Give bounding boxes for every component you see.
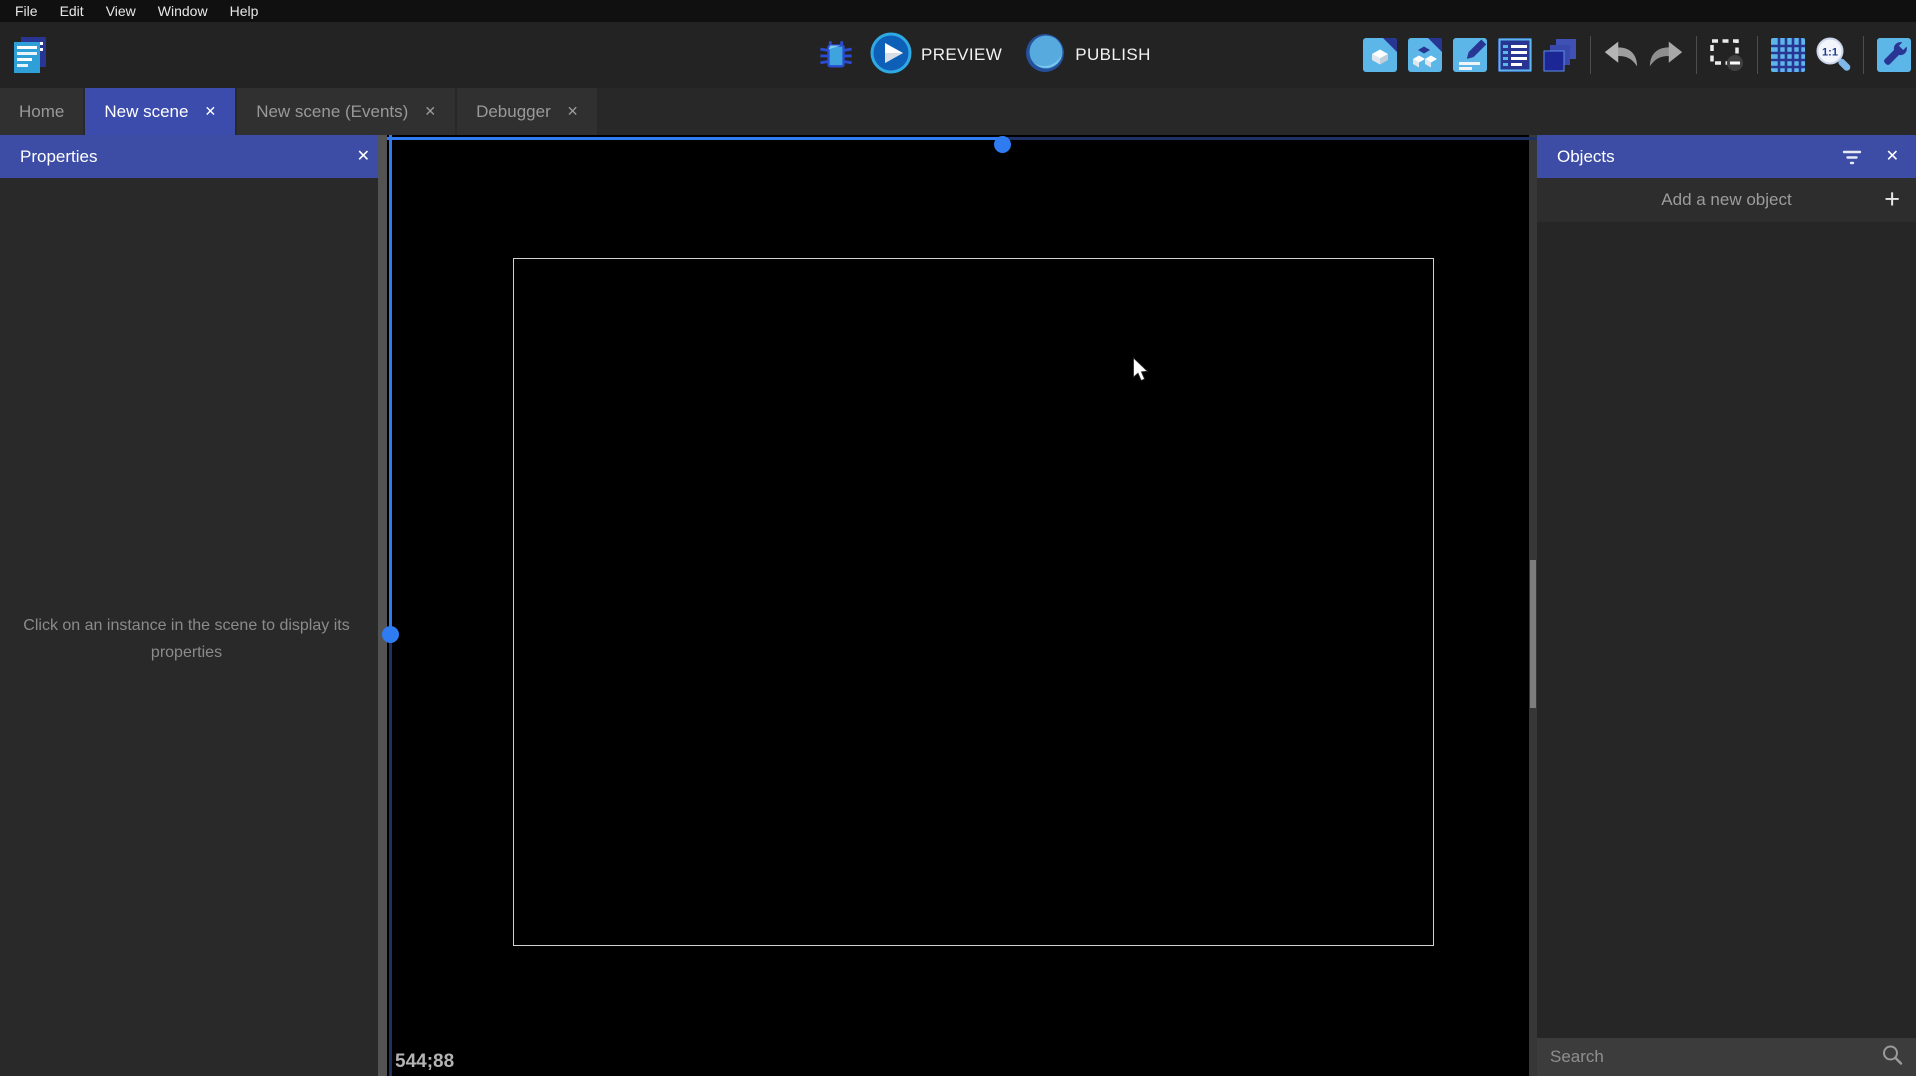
tab-home[interactable]: Home	[0, 88, 83, 135]
close-icon[interactable]: ✕	[357, 149, 370, 165]
menu-edit[interactable]: Edit	[49, 1, 95, 21]
redo-icon[interactable]	[1648, 37, 1684, 73]
objects-panel-header: Objects ✕	[1537, 135, 1916, 178]
menu-help[interactable]: Help	[219, 1, 270, 21]
add-new-object-button[interactable]: Add a new object +	[1537, 178, 1916, 222]
filter-icon[interactable]	[1842, 148, 1862, 166]
deselect-all-icon[interactable]	[1709, 37, 1745, 73]
objects-search-bar	[1537, 1038, 1916, 1076]
properties-panel-header: Properties ✕	[0, 135, 387, 178]
objects-panel: Objects ✕ Add a new object +	[1537, 135, 1916, 1076]
plus-icon[interactable]: +	[1884, 186, 1900, 213]
search-icon[interactable]	[1881, 1044, 1903, 1071]
tab-label: Debugger	[476, 102, 551, 122]
menu-file[interactable]: File	[4, 1, 49, 21]
toolbar-separator	[1590, 36, 1591, 74]
add-new-object-label: Add a new object	[1537, 190, 1916, 210]
project-manager-icon[interactable]	[8, 33, 52, 77]
zoom-one-to-one-icon[interactable]: 1:1	[1815, 37, 1851, 73]
undo-icon[interactable]	[1603, 37, 1639, 73]
toolbar-separator	[1696, 36, 1697, 74]
close-icon[interactable]: ✕	[204, 103, 216, 120]
settings-wrench-icon[interactable]	[1876, 37, 1912, 73]
mouse-cursor-icon	[1132, 357, 1150, 389]
close-icon[interactable]: ✕	[1886, 149, 1899, 165]
cursor-coordinates: 544;88	[395, 1051, 454, 1073]
toolbar-right-group: 1:1	[1362, 22, 1912, 88]
game-window-frame	[513, 258, 1434, 946]
main-area: Properties ✕ Click on an instance in the…	[0, 135, 1916, 1076]
toolbar-separator	[1863, 36, 1864, 74]
preview-label: PREVIEW	[921, 45, 1002, 65]
panel-title: Properties	[20, 147, 357, 167]
horizontal-scrollbar[interactable]	[1002, 137, 1537, 140]
open-layers-panel-icon[interactable]	[1542, 37, 1578, 73]
vertical-scrollbar[interactable]	[389, 634, 392, 1076]
publish-label: PUBLISH	[1075, 45, 1151, 65]
menu-view[interactable]: View	[95, 1, 147, 21]
horizontal-scrollbar[interactable]	[387, 137, 1002, 140]
toolbar-center-group: PREVIEW PUBLISH	[818, 22, 1157, 88]
preview-button[interactable]: PREVIEW	[864, 32, 1008, 79]
tab-new-scene[interactable]: New scene ✕	[85, 88, 235, 135]
horizontal-scrollbar-thumb[interactable]	[994, 136, 1011, 153]
tab-label: Home	[19, 102, 64, 122]
zoom-ratio-label: 1:1	[1822, 47, 1838, 59]
open-objects-panel-icon[interactable]	[1362, 37, 1398, 73]
tab-bar: Home New scene ✕ New scene (Events) ✕ De…	[0, 88, 1916, 135]
close-icon[interactable]: ✕	[424, 103, 436, 120]
properties-panel: Properties ✕ Click on an instance in the…	[0, 135, 387, 1076]
canvas-right-scrollbar-thumb[interactable]	[1530, 560, 1536, 708]
menu-window[interactable]: Window	[147, 1, 219, 21]
open-properties-panel-icon[interactable]	[1452, 37, 1488, 73]
panel-title: Objects	[1557, 147, 1818, 167]
properties-scrollbar-track[interactable]	[378, 135, 387, 1076]
publish-button[interactable]: PUBLISH	[1018, 32, 1157, 79]
open-object-groups-icon[interactable]	[1407, 37, 1443, 73]
preview-play-icon	[870, 32, 912, 79]
search-input[interactable]	[1550, 1047, 1881, 1067]
open-instances-list-icon[interactable]	[1497, 37, 1533, 73]
close-icon[interactable]: ✕	[567, 103, 579, 120]
menu-bar: File Edit View Window Help	[0, 0, 1916, 22]
toolbar-separator	[1757, 36, 1758, 74]
tab-debugger[interactable]: Debugger ✕	[457, 88, 597, 135]
vertical-scrollbar-thumb[interactable]	[382, 626, 399, 643]
debug-bug-icon[interactable]	[818, 37, 854, 73]
tab-label: New scene	[104, 102, 188, 122]
properties-empty-message: Click on an instance in the scene to dis…	[22, 612, 351, 666]
toolbar: PREVIEW PUBLISH	[0, 22, 1916, 88]
tab-new-scene-events[interactable]: New scene (Events) ✕	[237, 88, 455, 135]
scene-canvas[interactable]: 544;88	[387, 135, 1537, 1076]
toggle-grid-icon[interactable]	[1770, 37, 1806, 73]
vertical-scrollbar[interactable]	[389, 135, 392, 634]
objects-list-empty-area[interactable]	[1537, 222, 1916, 1038]
publish-globe-icon	[1024, 32, 1066, 79]
tab-label: New scene (Events)	[256, 102, 408, 122]
